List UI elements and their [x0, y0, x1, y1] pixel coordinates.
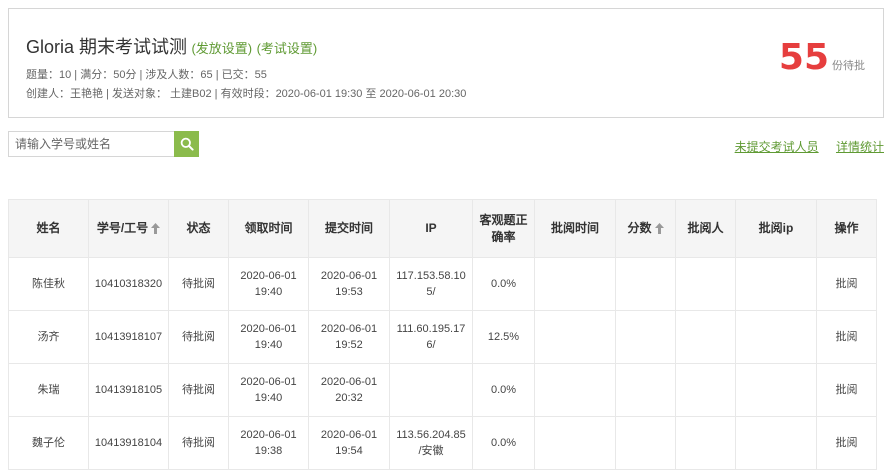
status-badge: 待批阅 [168, 310, 229, 364]
table-row: 陈佳秋 10410318320 待批阅 2020-06-01 19:40 2020… [8, 257, 892, 311]
cell-submit-time: 2020-06-01 19:52 [308, 310, 390, 364]
review-link[interactable]: 批阅 [816, 257, 877, 311]
cell-name: 汤齐 [8, 310, 89, 364]
cell-review-time [534, 363, 616, 417]
search-button[interactable] [174, 131, 199, 157]
cell-review-ip [735, 363, 817, 417]
cell-id: 10413918105 [88, 363, 169, 417]
header-reviewer: 批阅人 [675, 199, 736, 258]
cell-score [615, 363, 676, 417]
cell-review-ip [735, 310, 817, 364]
not-submitted-link[interactable]: 未提交考试人员 [735, 140, 819, 154]
cell-ip: 113.56.204.85/安徽 [389, 416, 473, 470]
exam-title: Gloria 期末考试试测 [26, 37, 188, 57]
header-score[interactable]: 分数 [615, 199, 676, 258]
cell-name: 陈佳秋 [8, 257, 89, 311]
cell-review-time [534, 310, 616, 364]
header-ip: IP [389, 199, 473, 258]
cell-name: 魏子伦 [8, 416, 89, 470]
cell-submit-time: 2020-06-01 20:32 [308, 363, 390, 417]
cell-reviewer [675, 416, 736, 470]
status-badge: 待批阅 [168, 257, 229, 311]
header-name: 姓名 [8, 199, 89, 258]
search-bar [8, 131, 199, 157]
cell-submit-time: 2020-06-01 19:53 [308, 257, 390, 311]
cell-receive-time: 2020-06-01 19:40 [228, 257, 309, 311]
exam-creator-line: 创建人：王艳艳 | 发送对象： 土建B02 | 有效时段：2020-06-01 … [26, 88, 467, 100]
table-row: 汤齐 10413918107 待批阅 2020-06-01 19:40 2020-… [8, 310, 892, 364]
cell-receive-time: 2020-06-01 19:40 [228, 310, 309, 364]
top-links: 未提交考试人员 详情统计 [721, 138, 884, 155]
cell-ip [389, 363, 473, 417]
cell-objective-rate: 0.0% [472, 363, 535, 417]
header-objective-rate: 客观题正 确率 [472, 199, 535, 258]
cell-receive-time: 2020-06-01 19:40 [228, 363, 309, 417]
pending-count: 55 [778, 37, 829, 78]
cell-ip: 111.60.195.17 6/ [389, 310, 473, 364]
detail-stats-link[interactable]: 详情统计 [836, 140, 884, 154]
table-row: 魏子伦 10413918104 待批阅 2020-06-01 19:38 2020… [8, 416, 892, 470]
cell-objective-rate: 12.5% [472, 310, 535, 364]
sort-up-icon[interactable] [654, 223, 664, 234]
header-status: 状态 [168, 199, 229, 258]
header-review-ip: 批阅ip [735, 199, 817, 258]
cell-review-time [534, 416, 616, 470]
review-link[interactable]: 批阅 [816, 310, 877, 364]
cell-objective-rate: 0.0% [472, 257, 535, 311]
pending-summary: 55 份待批 [779, 37, 865, 78]
exam-title-row: Gloria 期末考试试测 (发放设置) (考试设置) [26, 33, 317, 59]
cell-ip: 117.153.58.10 5/ [389, 257, 473, 311]
pending-unit: 份待批 [832, 60, 865, 72]
header-submit-time: 提交时间 [308, 199, 390, 258]
cell-id: 10413918107 [88, 310, 169, 364]
cell-review-ip [735, 257, 817, 311]
publish-settings-link[interactable]: (发放设置) [191, 41, 252, 56]
cell-review-time [534, 257, 616, 311]
status-badge: 待批阅 [168, 363, 229, 417]
header-review-time: 批阅时间 [534, 199, 616, 258]
cell-reviewer [675, 310, 736, 364]
submissions-table: 姓名 学号/工号 状态 领取时间 提交时间 IP 客观题正 确率 批阅时间 分数 … [8, 199, 892, 470]
cell-review-ip [735, 416, 817, 470]
header-id[interactable]: 学号/工号 [88, 199, 169, 258]
cell-score [615, 257, 676, 311]
cell-reviewer [675, 257, 736, 311]
search-input[interactable] [8, 131, 174, 157]
exam-info-card: Gloria 期末考试试测 (发放设置) (考试设置) 题量：10 | 满分：5… [8, 8, 884, 118]
cell-receive-time: 2020-06-01 19:38 [228, 416, 309, 470]
exam-settings-link[interactable]: (考试设置) [257, 41, 318, 56]
header-receive-time: 领取时间 [228, 199, 309, 258]
status-badge: 待批阅 [168, 416, 229, 470]
sort-up-icon[interactable] [151, 223, 161, 234]
cell-name: 朱瑞 [8, 363, 89, 417]
table-header-row: 姓名 学号/工号 状态 领取时间 提交时间 IP 客观题正 确率 批阅时间 分数 … [8, 199, 892, 258]
cell-objective-rate: 0.0% [472, 416, 535, 470]
exam-stats-line: 题量：10 | 满分：50分 | 涉及人数：65 | 已交：55 [26, 69, 267, 81]
cell-submit-time: 2020-06-01 19:54 [308, 416, 390, 470]
cell-id: 10410318320 [88, 257, 169, 311]
header-operation: 操作 [816, 199, 877, 258]
cell-id: 10413918104 [88, 416, 169, 470]
review-link[interactable]: 批阅 [816, 416, 877, 470]
review-link[interactable]: 批阅 [816, 363, 877, 417]
cell-score [615, 416, 676, 470]
table-row: 朱瑞 10413918105 待批阅 2020-06-01 19:40 2020-… [8, 363, 892, 417]
cell-reviewer [675, 363, 736, 417]
search-icon [180, 137, 194, 151]
cell-score [615, 310, 676, 364]
